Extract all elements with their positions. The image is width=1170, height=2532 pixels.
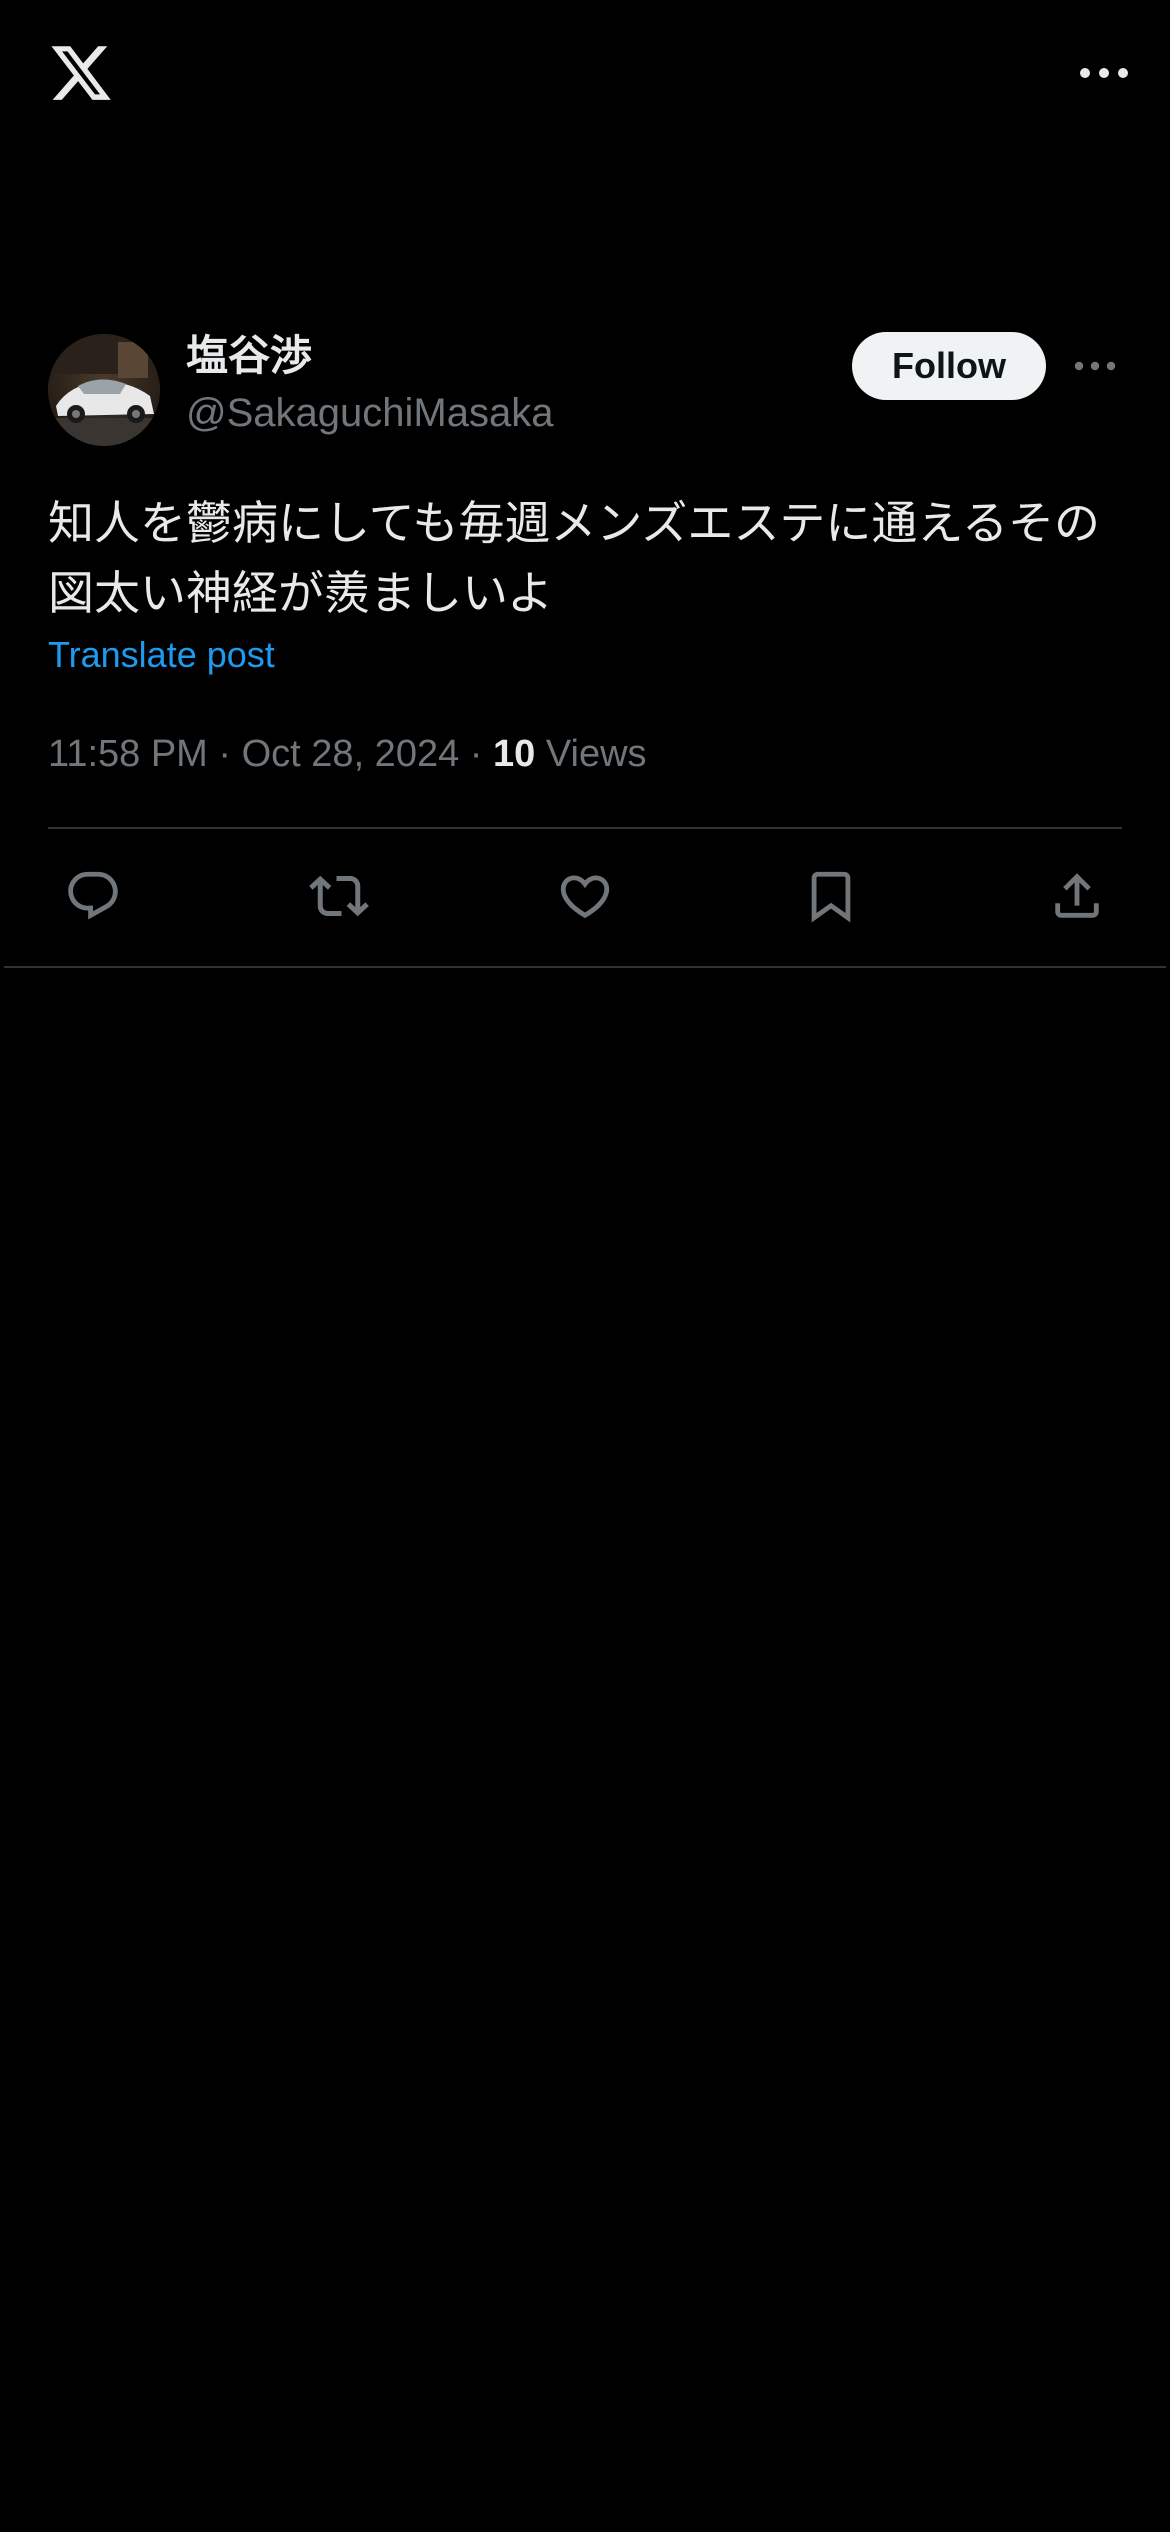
avatar[interactable] [48,334,160,446]
follow-button[interactable]: Follow [852,332,1046,400]
heart-icon[interactable] [540,850,630,942]
repost-icon[interactable] [294,850,384,942]
views-label: Views [545,733,647,775]
author-handle[interactable]: @SakaguchiMasaka [186,386,553,440]
meta-separator: · [469,733,483,775]
post-meta: 11:58 PM · Oct 28, 2024 · 10 Views [48,726,647,782]
author-display-name[interactable]: 塩谷渉 [186,330,553,382]
post-date[interactable]: Oct 28, 2024 [242,733,460,775]
more-horizontal-icon[interactable] [1068,344,1122,388]
meta-separator: · [218,733,232,775]
bookmark-icon[interactable] [786,850,876,942]
author-names: 塩谷渉 @SakaguchiMasaka [186,330,553,440]
divider [48,827,1122,829]
divider [4,966,1166,968]
top-bar [0,0,1170,150]
translate-post-link[interactable]: Translate post [48,630,275,680]
post-time[interactable]: 11:58 PM [48,733,208,775]
share-icon[interactable] [1032,850,1122,942]
action-bar [48,850,1122,942]
x-logo-icon[interactable] [48,40,114,106]
more-horizontal-icon[interactable] [1034,48,1130,98]
views-count: 10 [493,733,536,775]
post-text: 知人を鬱病にしても毎週メンズエステに通えるその図太い神経が羨ましいよ [48,496,1101,620]
post-header: 塩谷渉 @SakaguchiMasaka Follow [48,330,1122,450]
reply-icon[interactable] [48,850,138,942]
